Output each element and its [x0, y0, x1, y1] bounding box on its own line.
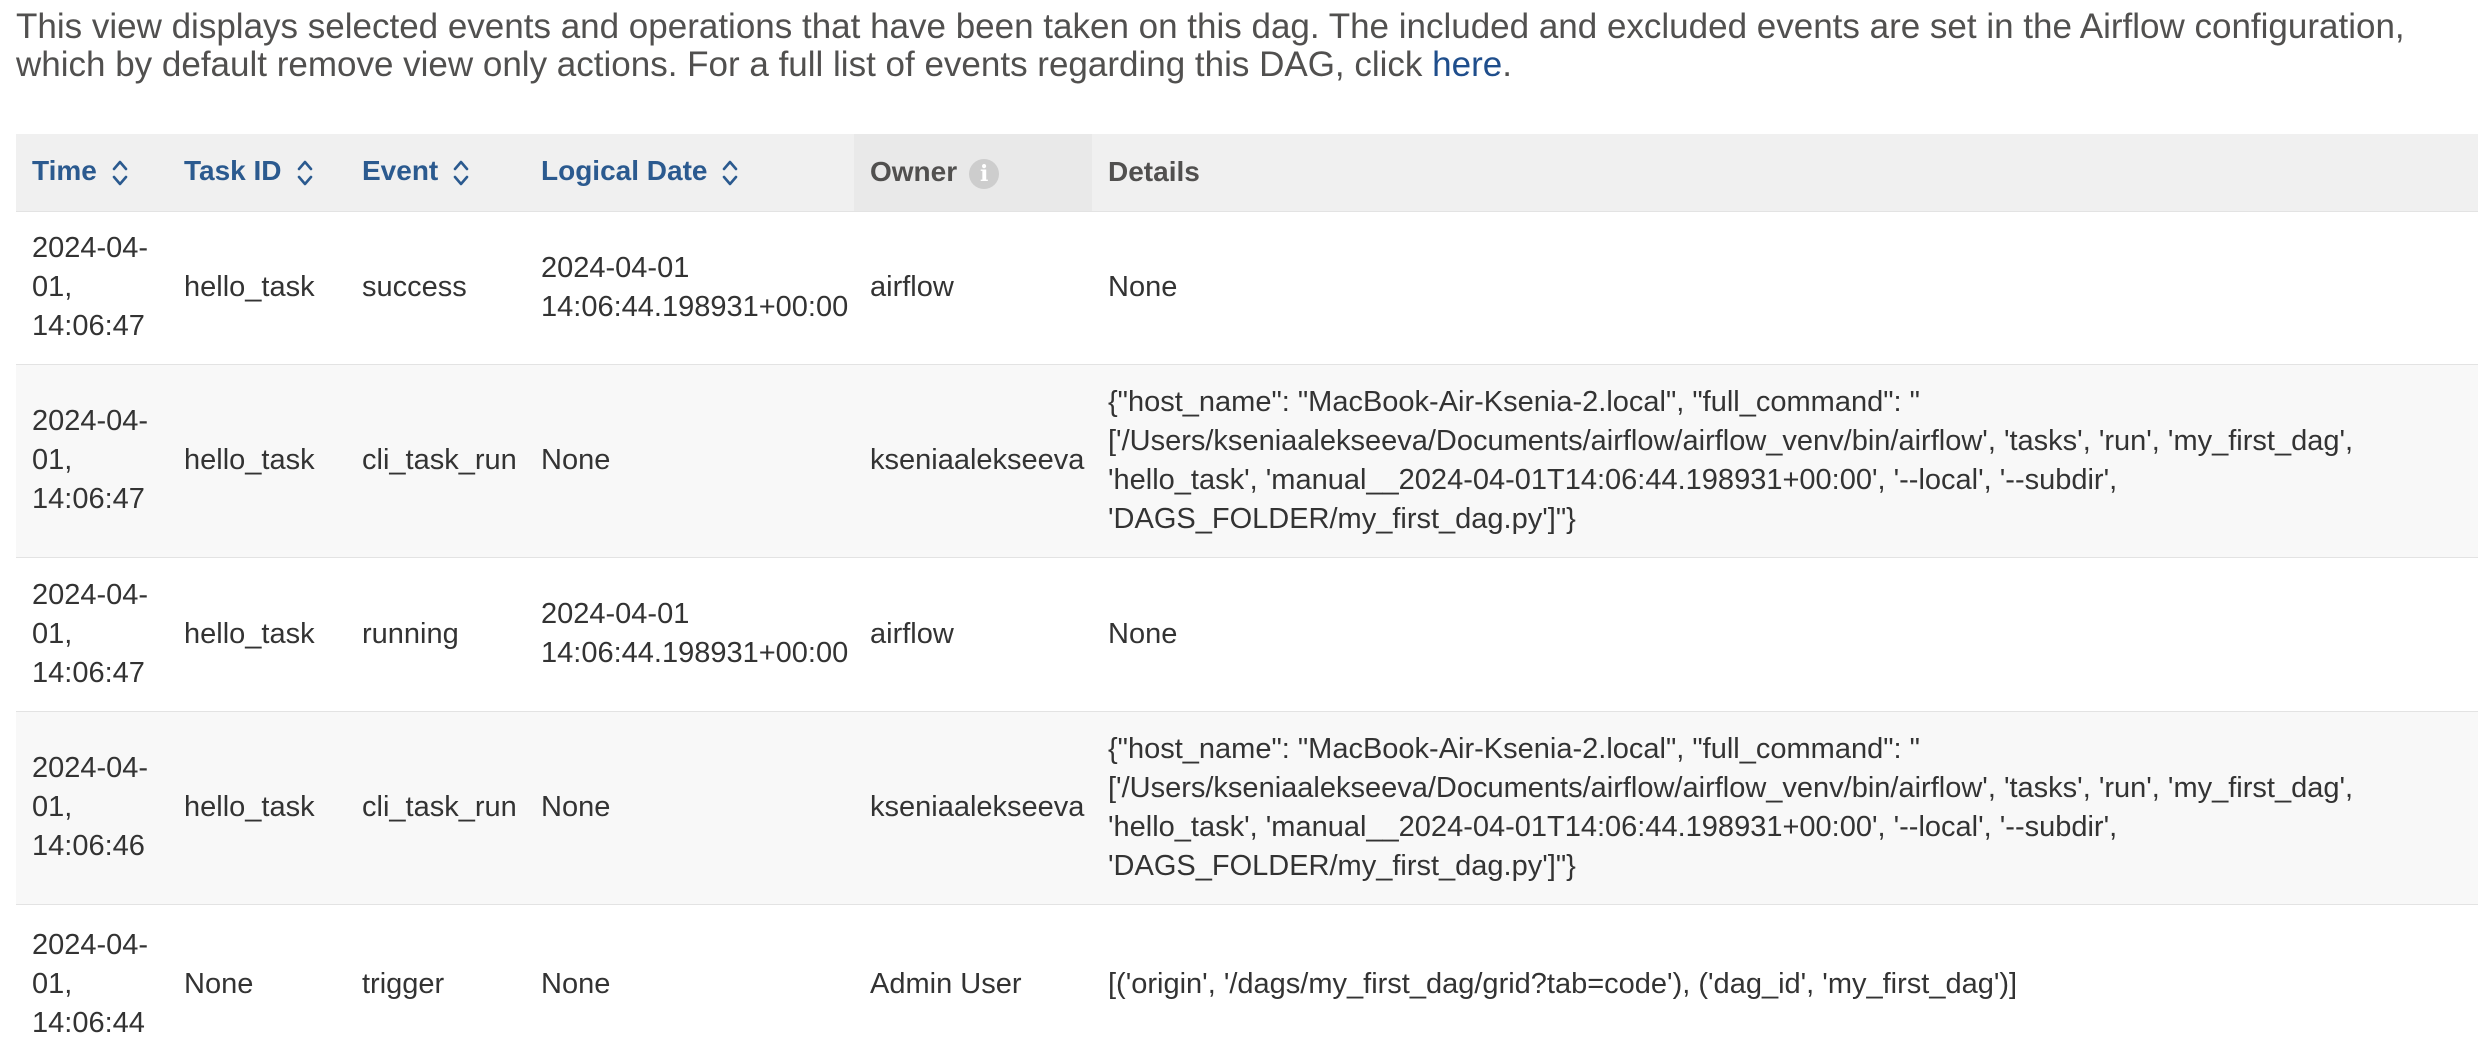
- cell-task-id: hello_task: [168, 363, 346, 557]
- cell-time: 2024-04- 01, 14:06:46: [16, 710, 168, 904]
- table-row: 2024-04- 01, 14:06:46 hello_task cli_tas…: [16, 710, 2478, 904]
- table-row: 2024-04- 01, 14:06:47 hello_task success…: [16, 210, 2478, 364]
- cell-task-id: hello_task: [168, 210, 346, 364]
- cell-owner: kseniaalekseeva: [854, 363, 1092, 557]
- cell-logical-date: 2024-04-01 14:06:44.198931+00:00: [525, 210, 854, 364]
- cell-owner: Admin User: [854, 903, 1092, 1064]
- cell-event: cli_task_run: [346, 710, 525, 904]
- event-log-table: Time Task ID Event Logical Date Owner i D…: [16, 134, 2478, 1064]
- cell-time: 2024-04- 01, 14:06:47: [16, 210, 168, 364]
- sort-up-down-icon[interactable]: [296, 157, 314, 189]
- column-header-label: Details: [1108, 156, 1200, 188]
- cell-event: trigger: [346, 903, 525, 1064]
- column-header-details: Details: [1092, 134, 2478, 212]
- column-header-time[interactable]: Time: [16, 134, 168, 212]
- column-header-event[interactable]: Event: [346, 134, 525, 212]
- table-row: 2024-04- 01, 14:06:47 hello_task cli_tas…: [16, 363, 2478, 557]
- column-header-task-id[interactable]: Task ID: [168, 134, 346, 212]
- event-log-table-container: Time Task ID Event Logical Date Owner i D…: [16, 134, 2478, 1064]
- table-header-row: Time Task ID Event Logical Date Owner i D…: [16, 134, 2478, 212]
- cell-details: {"host_name": "MacBook-Air-Ksenia-2.loca…: [1092, 710, 2478, 904]
- sort-up-down-icon[interactable]: [452, 157, 470, 189]
- cell-logical-date: 2024-04-01 14:06:44.198931+00:00: [525, 556, 854, 711]
- column-header-logical-date[interactable]: Logical Date: [525, 134, 854, 212]
- column-header-label: Event: [362, 155, 439, 187]
- cell-event: cli_task_run: [346, 363, 525, 557]
- cell-owner: kseniaalekseeva: [854, 710, 1092, 904]
- table-row: 2024-04- 01, 14:06:47 hello_task running…: [16, 556, 2478, 711]
- cell-details: [('origin', '/dags/my_first_dag/grid?tab…: [1092, 903, 2478, 1064]
- cell-time: 2024-04- 01, 14:06:47: [16, 363, 168, 557]
- column-header-label: Owner: [870, 155, 958, 187]
- cell-time: 2024-04- 01, 14:06:47: [16, 556, 168, 711]
- column-header-label: Time: [32, 155, 97, 187]
- column-header-owner: Owner i: [854, 134, 1092, 212]
- cell-time: 2024-04- 01, 14:06:44: [16, 903, 168, 1064]
- cell-task-id: hello_task: [168, 710, 346, 904]
- cell-details: {"host_name": "MacBook-Air-Ksenia-2.loca…: [1092, 363, 2478, 557]
- audit-log-link[interactable]: here: [1432, 45, 1502, 84]
- table-row: 2024-04- 01, 14:06:44 None trigger None …: [16, 903, 2478, 1064]
- cell-event: running: [346, 556, 525, 711]
- page-description: This view displays selected events and o…: [16, 8, 2456, 84]
- cell-task-id: None: [168, 903, 346, 1064]
- info-circle-icon[interactable]: i: [969, 158, 1000, 189]
- cell-event: success: [346, 210, 525, 364]
- cell-logical-date: None: [525, 363, 854, 557]
- sort-up-down-icon[interactable]: [111, 157, 129, 189]
- cell-logical-date: None: [525, 903, 854, 1064]
- cell-owner: airflow: [854, 210, 1092, 364]
- cell-details: None: [1092, 556, 2478, 711]
- cell-logical-date: None: [525, 710, 854, 904]
- column-header-label: Logical Date: [541, 155, 708, 187]
- column-header-label: Task ID: [184, 155, 282, 187]
- cell-task-id: hello_task: [168, 556, 346, 711]
- page-description-text: This view displays selected events and o…: [16, 7, 2405, 84]
- cell-owner: airflow: [854, 556, 1092, 711]
- cell-details: None: [1092, 210, 2478, 364]
- sort-up-down-icon[interactable]: [721, 157, 739, 189]
- page-description-end: .: [1502, 45, 1512, 84]
